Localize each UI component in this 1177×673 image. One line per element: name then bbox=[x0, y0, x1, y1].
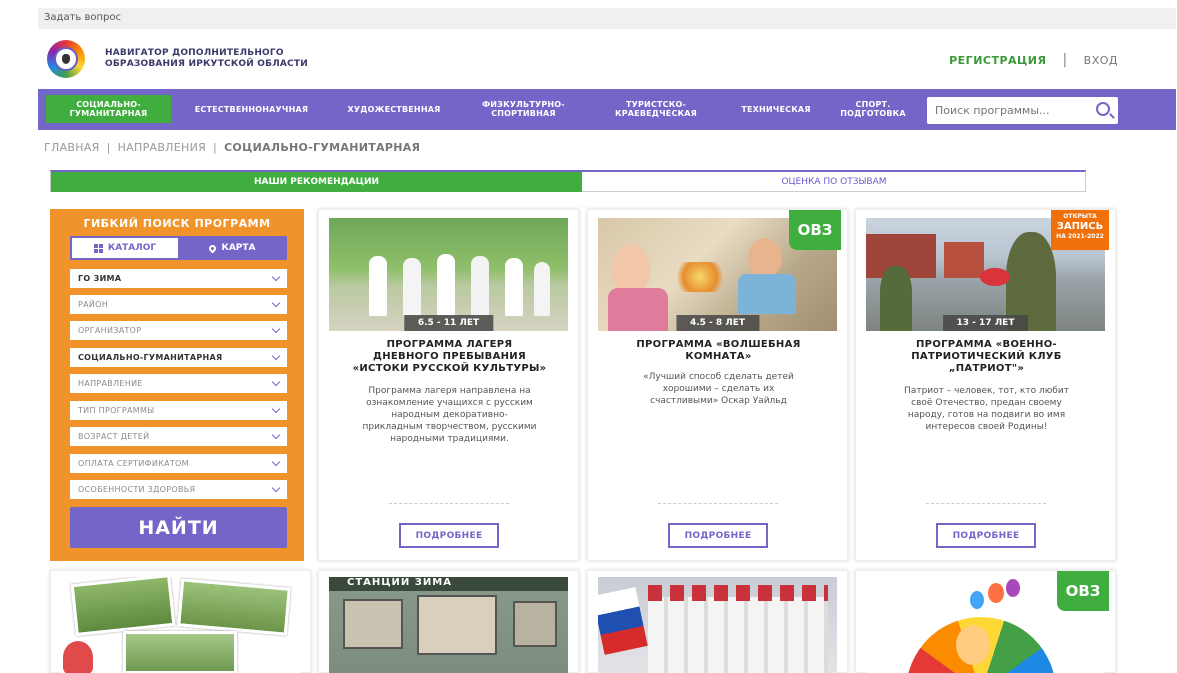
ask-question-link[interactable]: Задать вопрос bbox=[44, 12, 121, 23]
direction-select[interactable]: СОЦИАЛЬНО-ГУМАНИТАРНАЯ bbox=[70, 348, 287, 367]
program-card[interactable]: 6.5 - 11 ЛЕТ ПРОГРАММА ЛАГЕРЯ ДНЕВНОГО ПР… bbox=[318, 209, 579, 561]
program-photo bbox=[61, 577, 300, 673]
program-description: «Лучший способ сделать детей хорошими – с… bbox=[643, 372, 794, 406]
program-description: Программа лагеря направлена на ознакомлен… bbox=[362, 386, 537, 444]
filter-title: ГИБКИЙ ПОИСК ПРОГРАММ bbox=[83, 217, 271, 230]
chevron-down-icon bbox=[271, 298, 281, 308]
sort-tabs: НАШИ РЕКОМЕНДАЦИИ ОЦЕНКА ПО ОТЗЫВАМ bbox=[50, 170, 1086, 192]
program-card[interactable]: ОВЗ bbox=[855, 570, 1116, 673]
breadcrumb: ГЛАВНАЯ | НАПРАВЛЕНИЯ | СОЦИАЛЬНО-ГУМАНИТАРН… bbox=[44, 141, 421, 154]
tab-recommendations[interactable]: НАШИ РЕКОМЕНДАЦИИ bbox=[51, 172, 582, 192]
chevron-down-icon bbox=[271, 483, 281, 493]
program-title[interactable]: ПРОГРАММА «ВОЛШЕБНАЯ КОМНАТА» bbox=[596, 339, 841, 363]
breadcrumb-home[interactable]: ГЛАВНАЯ bbox=[44, 141, 100, 154]
breadcrumb-directions[interactable]: НАПРАВЛЕНИЯ bbox=[118, 141, 206, 154]
program-type-select[interactable]: ТИП ПРОГРАММЫ bbox=[70, 401, 287, 420]
program-title[interactable]: ПРОГРАММА «ВОЕННО- ПАТРИОТИЧЕСКИЙ КЛУБ „ПА… bbox=[864, 339, 1109, 375]
age-select[interactable]: ВОЗРАСТ ДЕТЕЙ bbox=[70, 427, 287, 446]
divider bbox=[658, 503, 778, 504]
filter-panel: ГИБКИЙ ПОИСК ПРОГРАММ КАТАЛОГ КАРТА ГО З… bbox=[50, 209, 304, 561]
nav-item-science[interactable]: ЕСТЕСТВЕННОНАУЧНАЯ bbox=[178, 95, 325, 123]
open-enrollment-badge: ОТКРЫТА ЗАПИСЬ НА 2021-2022 bbox=[1051, 210, 1109, 250]
map-pin-icon bbox=[208, 243, 218, 253]
register-link[interactable]: РЕГИСТРАЦИЯ bbox=[949, 54, 1046, 67]
program-description: Патриот – человек, тот, кто любит своё От… bbox=[904, 386, 1069, 432]
catalog-toggle[interactable]: КАТАЛОГ bbox=[72, 238, 178, 258]
organizer-select[interactable]: ОРГАНИЗАТОР bbox=[70, 321, 287, 340]
tab-reviews[interactable]: ОЦЕНКА ПО ОТЗЫВАМ bbox=[582, 172, 1086, 192]
search-input[interactable] bbox=[927, 97, 1087, 124]
program-photo: СТАНЦИИ ЗИМА bbox=[329, 577, 568, 673]
certificate-select[interactable]: ОПЛАТА СЕРТИФИКАТОМ bbox=[70, 454, 287, 473]
nav-item-tourism[interactable]: ТУРИСТСКО- КРАЕВЕДЧЕСКАЯ bbox=[591, 95, 721, 123]
chevron-down-icon bbox=[271, 324, 281, 334]
program-card[interactable]: 4.5 - 8 ЛЕТ ОВЗ ПРОГРАММА «ВОЛШЕБНАЯ КОМН… bbox=[587, 209, 848, 561]
details-button[interactable]: ПОДРОБНЕЕ bbox=[936, 523, 1036, 548]
auth-links: РЕГИСТРАЦИЯ | ВХОД bbox=[949, 52, 1118, 68]
nav-item-sport[interactable]: ФИЗКУЛЬТУРНО- СПОРТИВНАЯ bbox=[463, 95, 584, 123]
program-photo: 6.5 - 11 ЛЕТ bbox=[329, 218, 568, 331]
details-button[interactable]: ПОДРОБНЕЕ bbox=[399, 523, 499, 548]
ovz-badge: ОВЗ bbox=[1057, 571, 1109, 611]
divider bbox=[389, 503, 509, 504]
search-icon[interactable] bbox=[1096, 102, 1110, 116]
chevron-down-icon bbox=[271, 377, 281, 387]
direction-nav: СОЦИАЛЬНО- ГУМАНИТАРНАЯ ЕСТЕСТВЕННОНАУЧНА… bbox=[38, 89, 1176, 130]
ovz-badge: ОВЗ bbox=[789, 210, 841, 250]
map-toggle[interactable]: КАРТА bbox=[180, 238, 285, 258]
nav-item-art[interactable]: ХУДОЖЕСТВЕННАЯ bbox=[332, 95, 456, 123]
program-card[interactable]: 13 - 17 ЛЕТ ОТКРЫТА ЗАПИСЬ НА 2021-2022 … bbox=[855, 209, 1116, 561]
age-badge: 4.5 - 8 ЛЕТ bbox=[675, 315, 760, 331]
login-link[interactable]: ВХОД bbox=[1084, 54, 1118, 67]
health-select[interactable]: ОСОБЕННОСТИ ЗДОРОВЬЯ bbox=[70, 480, 287, 499]
logo-icon[interactable] bbox=[47, 40, 85, 78]
age-badge: 13 - 17 ЛЕТ bbox=[942, 315, 1029, 331]
program-card[interactable] bbox=[50, 570, 311, 673]
search-box bbox=[927, 97, 1118, 124]
view-switch: КАТАЛОГ КАРТА bbox=[70, 236, 287, 260]
header: НАВИГАТОР ДОПОЛНИТЕЛЬНОГО ОБРАЗОВАНИЯ ИР… bbox=[38, 30, 1176, 88]
nav-item-sport-training[interactable]: СПОРТ. ПОДГОТОВКА bbox=[828, 95, 918, 123]
station-sign: СТАНЦИИ ЗИМА bbox=[329, 577, 568, 591]
nav-item-technical[interactable]: ТЕХНИЧЕСКАЯ bbox=[728, 95, 824, 123]
brand-name[interactable]: НАВИГАТОР ДОПОЛНИТЕЛЬНОГО ОБРАЗОВАНИЯ ИР… bbox=[105, 48, 308, 70]
chevron-down-icon bbox=[271, 351, 281, 361]
city-select[interactable]: ГО ЗИМА bbox=[70, 269, 287, 288]
chevron-down-icon bbox=[271, 457, 281, 467]
chevron-down-icon bbox=[271, 404, 281, 414]
auth-separator: | bbox=[1062, 52, 1068, 68]
district-select[interactable]: РАЙОН bbox=[70, 295, 287, 314]
find-button[interactable]: НАЙТИ bbox=[70, 507, 287, 548]
program-card[interactable]: СТАНЦИИ ЗИМА bbox=[318, 570, 579, 673]
breadcrumb-current: СОЦИАЛЬНО-ГУМАНИТАРНАЯ bbox=[224, 141, 421, 154]
chevron-down-icon bbox=[271, 272, 281, 282]
divider bbox=[926, 503, 1046, 504]
chevron-down-icon bbox=[271, 430, 281, 440]
age-badge: 6.5 - 11 ЛЕТ bbox=[403, 315, 494, 331]
program-photo bbox=[598, 577, 837, 673]
details-button[interactable]: ПОДРОБНЕЕ bbox=[668, 523, 768, 548]
subdirection-select[interactable]: НАПРАВЛЕНИЕ bbox=[70, 374, 287, 393]
program-title[interactable]: ПРОГРАММА ЛАГЕРЯ ДНЕВНОГО ПРЕБЫВАНИЯ «ИСТО… bbox=[327, 339, 572, 375]
nav-item-social[interactable]: СОЦИАЛЬНО- ГУМАНИТАРНАЯ bbox=[46, 95, 171, 123]
program-card[interactable] bbox=[587, 570, 848, 673]
top-bar: Задать вопрос bbox=[38, 8, 1176, 29]
grid-icon bbox=[93, 243, 103, 253]
